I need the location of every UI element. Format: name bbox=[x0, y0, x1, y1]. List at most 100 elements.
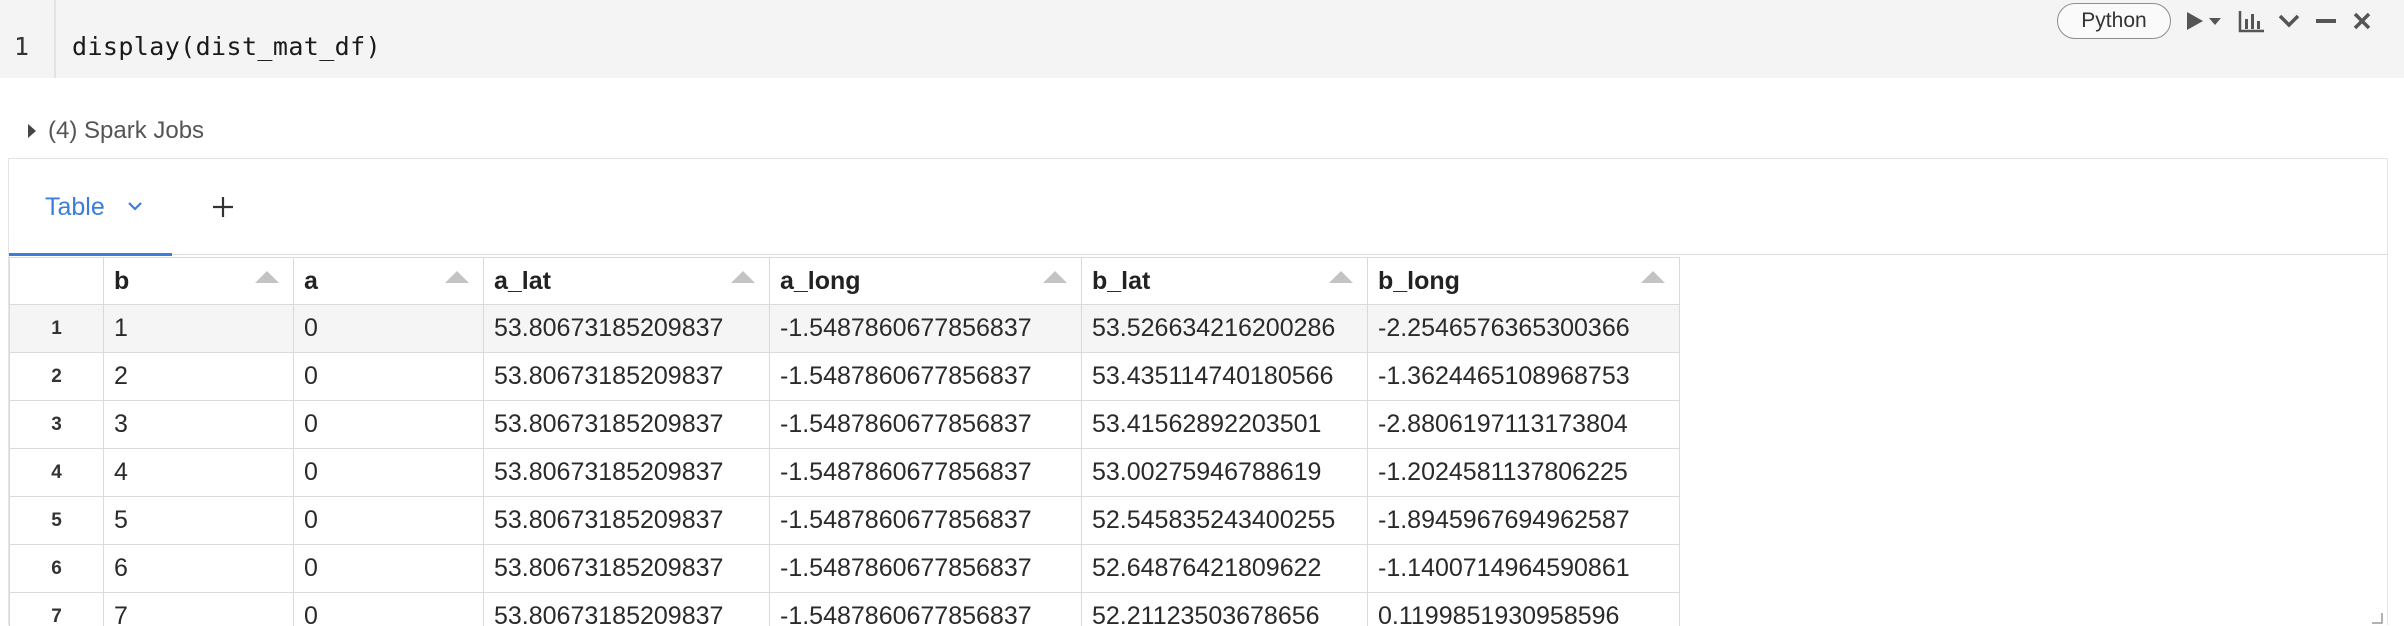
table-cell[interactable]: 2 bbox=[104, 353, 294, 401]
results-table: b a a_lat a_long b_lat b_long 1 1 0 53.8… bbox=[9, 257, 1680, 626]
row-number: 7 bbox=[10, 593, 104, 626]
table-cell[interactable]: -1.8945967694962587 bbox=[1368, 497, 1680, 545]
table-cell[interactable]: 53.80673185209837 bbox=[484, 593, 770, 626]
table-cell[interactable]: 53.80673185209837 bbox=[484, 497, 770, 545]
table-cell[interactable]: 0 bbox=[294, 305, 484, 353]
column-header-label: a bbox=[304, 267, 318, 295]
language-selector[interactable]: Python bbox=[2057, 3, 2171, 39]
sort-ascending-icon[interactable] bbox=[1043, 271, 1067, 283]
table-cell[interactable]: 53.80673185209837 bbox=[484, 353, 770, 401]
table-row[interactable]: 5 5 0 53.80673185209837 -1.5487860677856… bbox=[10, 497, 1680, 545]
column-header[interactable]: a_long bbox=[770, 258, 1082, 305]
table-cell[interactable]: 52.21123503678656 bbox=[1082, 593, 1368, 626]
column-header[interactable]: a_lat bbox=[484, 258, 770, 305]
table-cell[interactable]: -1.5487860677856837 bbox=[770, 353, 1082, 401]
column-header[interactable]: b_long bbox=[1368, 258, 1680, 305]
minimize-icon[interactable] bbox=[2314, 4, 2338, 38]
table-cell[interactable]: -1.5487860677856837 bbox=[770, 593, 1082, 626]
table-cell[interactable]: -2.2546576365300366 bbox=[1368, 305, 1680, 353]
table-header-row: b a a_lat a_long b_lat b_long bbox=[10, 258, 1680, 305]
table-cell[interactable]: 3 bbox=[104, 401, 294, 449]
spark-jobs-label: (4) Spark Jobs bbox=[48, 117, 204, 145]
row-number: 5 bbox=[10, 497, 104, 545]
table-cell[interactable]: -1.5487860677856837 bbox=[770, 449, 1082, 497]
column-header[interactable]: a bbox=[294, 258, 484, 305]
active-tab-indicator bbox=[9, 253, 172, 256]
table-cell[interactable]: 7 bbox=[104, 593, 294, 626]
table-cell[interactable]: 1 bbox=[104, 305, 294, 353]
sort-ascending-icon[interactable] bbox=[731, 271, 755, 283]
table-row[interactable]: 3 3 0 53.80673185209837 -1.5487860677856… bbox=[10, 401, 1680, 449]
collapse-chevron-icon[interactable] bbox=[2276, 4, 2302, 38]
table-row[interactable]: 4 4 0 53.80673185209837 -1.5487860677856… bbox=[10, 449, 1680, 497]
table-cell[interactable]: 53.526634216200286 bbox=[1082, 305, 1368, 353]
table-cell[interactable]: 53.80673185209837 bbox=[484, 401, 770, 449]
table-cell[interactable]: 53.80673185209837 bbox=[484, 545, 770, 593]
sort-ascending-icon[interactable] bbox=[445, 271, 469, 283]
tab-table[interactable]: Table bbox=[9, 159, 172, 255]
code-editor-line[interactable]: display(dist_mat_df) bbox=[72, 32, 381, 61]
table-cell[interactable]: 53.00275946788619 bbox=[1082, 449, 1368, 497]
table-cell[interactable]: 52.545835243400255 bbox=[1082, 497, 1368, 545]
table-cell[interactable]: -1.5487860677856837 bbox=[770, 305, 1082, 353]
table-cell[interactable]: 0 bbox=[294, 353, 484, 401]
table-cell[interactable]: -2.8806197113173804 bbox=[1368, 401, 1680, 449]
table-cell[interactable]: 53.435114740180566 bbox=[1082, 353, 1368, 401]
table-row[interactable]: 7 7 0 53.80673185209837 -1.5487860677856… bbox=[10, 593, 1680, 626]
result-panel: Table bbox=[8, 158, 2388, 625]
column-header-label: b_long bbox=[1378, 267, 1460, 295]
line-number: 1 bbox=[14, 32, 29, 61]
table-cell[interactable]: 5 bbox=[104, 497, 294, 545]
row-number: 4 bbox=[10, 449, 104, 497]
run-dropdown-icon[interactable] bbox=[2206, 4, 2224, 38]
table-cell[interactable]: 4 bbox=[104, 449, 294, 497]
row-number: 6 bbox=[10, 545, 104, 593]
sort-ascending-icon[interactable] bbox=[255, 271, 279, 283]
row-number: 1 bbox=[10, 305, 104, 353]
column-header-label: b_lat bbox=[1092, 267, 1150, 295]
row-number-header bbox=[10, 258, 104, 305]
table-cell[interactable]: -1.1400714964590861 bbox=[1368, 545, 1680, 593]
code-cell[interactable]: 1 display(dist_mat_df) Python bbox=[0, 0, 2404, 78]
tab-table-label: Table bbox=[45, 193, 105, 222]
table-row[interactable]: 6 6 0 53.80673185209837 -1.5487860677856… bbox=[10, 545, 1680, 593]
chevron-down-icon[interactable] bbox=[127, 198, 143, 216]
table-cell[interactable]: 52.64876421809622 bbox=[1082, 545, 1368, 593]
table-cell[interactable]: -1.2024581137806225 bbox=[1368, 449, 1680, 497]
sort-ascending-icon[interactable] bbox=[1641, 271, 1665, 283]
plus-icon bbox=[211, 195, 235, 219]
spark-jobs-toggle[interactable]: (4) Spark Jobs bbox=[28, 114, 204, 148]
chart-icon[interactable] bbox=[2236, 4, 2268, 38]
resize-handle-icon[interactable] bbox=[2371, 612, 2383, 624]
sort-ascending-icon[interactable] bbox=[1329, 271, 1353, 283]
column-header[interactable]: b_lat bbox=[1082, 258, 1368, 305]
table-cell[interactable]: 0.1199851930958596 bbox=[1368, 593, 1680, 626]
gutter-divider bbox=[54, 0, 56, 78]
table-cell[interactable]: -1.5487860677856837 bbox=[770, 497, 1082, 545]
column-header-label: a_long bbox=[780, 267, 861, 295]
table-cell[interactable]: 53.41562892203501 bbox=[1082, 401, 1368, 449]
table-cell[interactable]: 6 bbox=[104, 545, 294, 593]
table-cell[interactable]: 0 bbox=[294, 497, 484, 545]
table-cell[interactable]: 0 bbox=[294, 401, 484, 449]
column-header-label: b bbox=[114, 267, 129, 295]
table-row[interactable]: 2 2 0 53.80673185209837 -1.5487860677856… bbox=[10, 353, 1680, 401]
close-icon[interactable] bbox=[2350, 4, 2374, 38]
row-number: 3 bbox=[10, 401, 104, 449]
table-cell[interactable]: -1.5487860677856837 bbox=[770, 401, 1082, 449]
column-header[interactable]: b bbox=[104, 258, 294, 305]
run-icon[interactable] bbox=[2184, 4, 2206, 38]
table-cell[interactable]: 0 bbox=[294, 545, 484, 593]
table-cell[interactable]: 53.80673185209837 bbox=[484, 305, 770, 353]
table-cell[interactable]: -1.5487860677856837 bbox=[770, 545, 1082, 593]
table-cell[interactable]: 53.80673185209837 bbox=[484, 449, 770, 497]
results-table-wrapper[interactable]: b a a_lat a_long b_lat b_long 1 1 0 53.8… bbox=[9, 257, 2387, 626]
row-number: 2 bbox=[10, 353, 104, 401]
table-cell[interactable]: 0 bbox=[294, 593, 484, 626]
column-header-label: a_lat bbox=[494, 267, 551, 295]
expand-triangle-icon bbox=[28, 124, 36, 138]
table-cell[interactable]: -1.3624465108968753 bbox=[1368, 353, 1680, 401]
table-row[interactable]: 1 1 0 53.80673185209837 -1.5487860677856… bbox=[10, 305, 1680, 353]
table-cell[interactable]: 0 bbox=[294, 449, 484, 497]
add-visualization-button[interactable] bbox=[205, 189, 241, 225]
